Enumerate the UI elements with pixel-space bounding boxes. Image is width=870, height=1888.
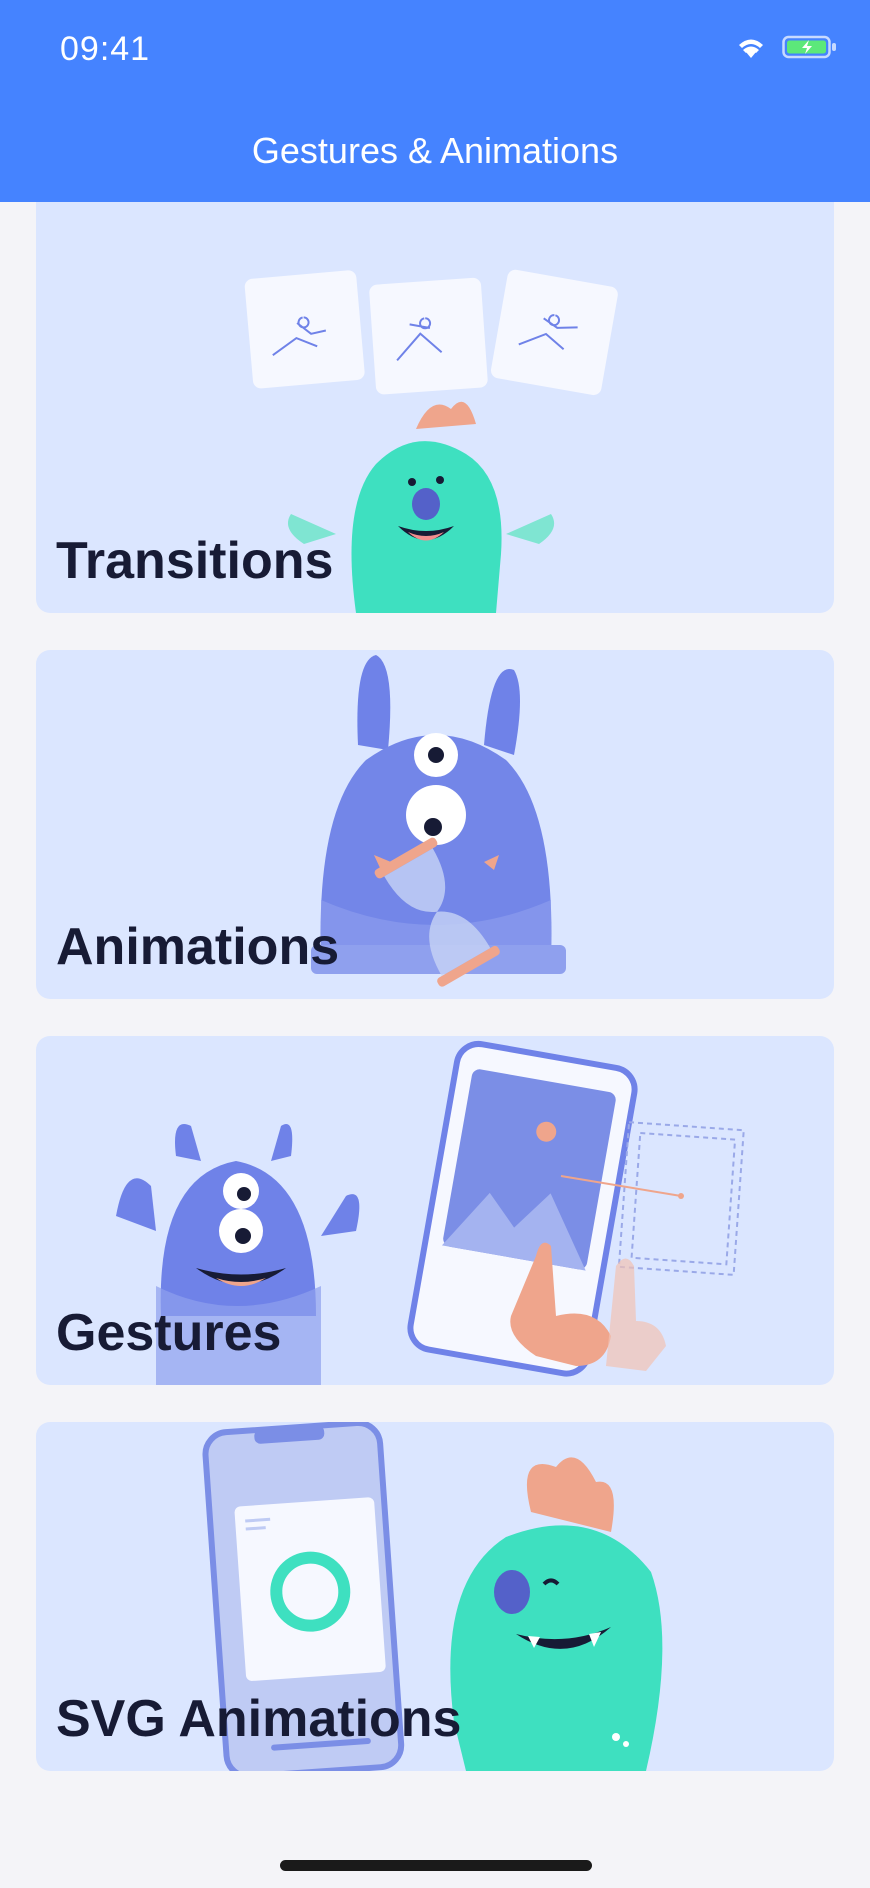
card-svg-animations[interactable]: SVG Animations <box>36 1422 834 1771</box>
green-monster <box>450 1457 663 1771</box>
card-transitions[interactable]: Transitions <box>36 264 834 613</box>
card-animations[interactable]: Animations <box>36 650 834 999</box>
status-time: 09:41 <box>60 30 151 68</box>
sketch-card-1 <box>244 270 365 389</box>
card-label: Gestures <box>56 1304 282 1362</box>
card-gestures[interactable]: Gestures <box>36 1036 834 1385</box>
card-label: Transitions <box>56 532 334 590</box>
battery-charging-icon <box>782 35 836 59</box>
sketch-card-2 <box>369 277 488 395</box>
sketch-card-3 <box>490 269 618 396</box>
card-label: SVG Animations <box>56 1690 462 1748</box>
home-indicator[interactable] <box>280 1860 592 1871</box>
app-header: 09:41 Gestures & Animations <box>0 0 870 202</box>
card-list[interactable]: Transitions Animations Gestures SVG Anim… <box>0 202 870 1888</box>
card-label: Animations <box>56 918 340 976</box>
status-icons <box>734 34 838 60</box>
page-title: Gestures & Animations <box>251 130 619 171</box>
wifi-icon <box>739 39 763 58</box>
